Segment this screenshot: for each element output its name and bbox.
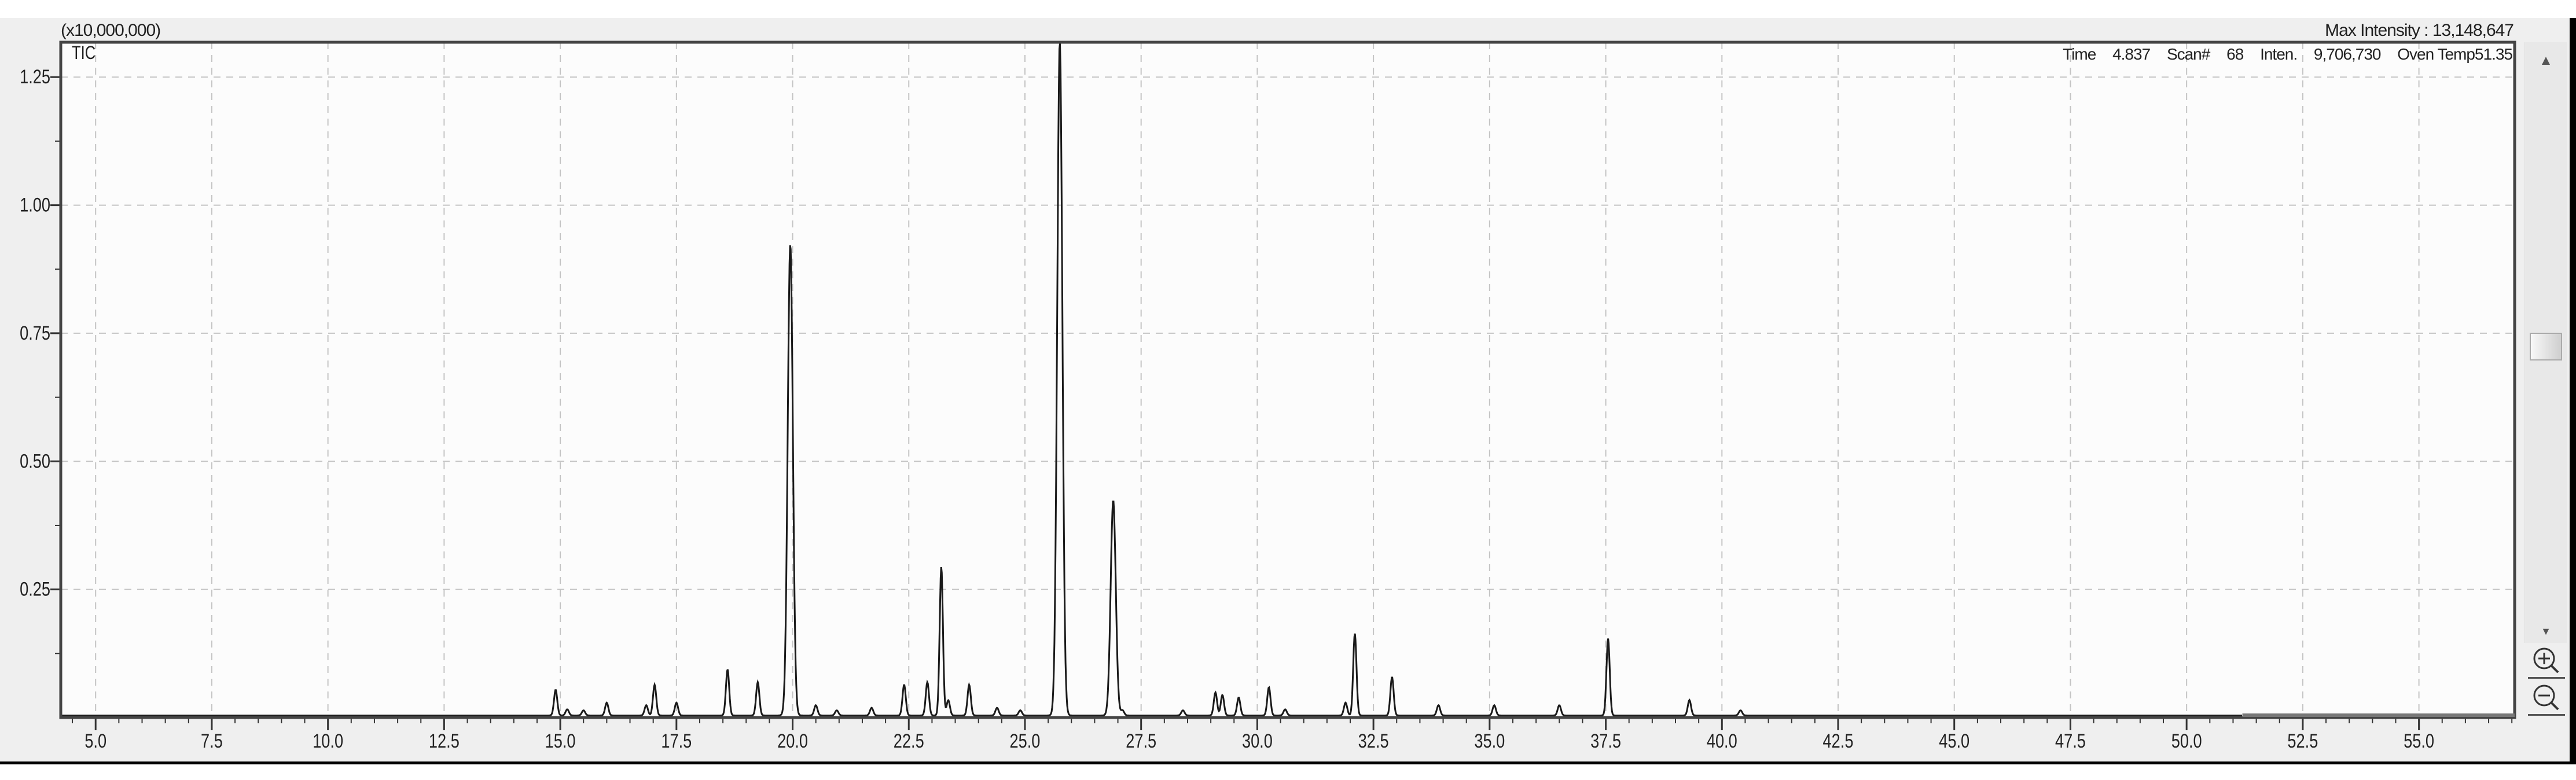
x-tick-label: 47.5 bbox=[2055, 730, 2086, 752]
scroll-up-icon[interactable]: ▲ bbox=[2525, 50, 2567, 71]
x-tick-label: 35.0 bbox=[1474, 730, 1505, 752]
x-tick-label: 7.5 bbox=[201, 730, 223, 752]
zoom-out-icon bbox=[2533, 685, 2559, 711]
info-readout: Time 4.837 Scan# 68 Inten. 9,706,730 Ove… bbox=[2050, 45, 2513, 64]
zoom-in-button[interactable] bbox=[2528, 643, 2565, 679]
scan-label: Scan# bbox=[2166, 45, 2210, 63]
x-tick-label: 40.0 bbox=[1707, 730, 1737, 752]
y-tick-label: 1.25 bbox=[20, 65, 50, 88]
vertical-scrollbar[interactable]: ▲ ▼ bbox=[2524, 42, 2567, 643]
x-tick-label: 42.5 bbox=[1823, 730, 1854, 752]
x-tick-label: 45.0 bbox=[1939, 730, 1969, 752]
x-tick-label: 27.5 bbox=[1126, 730, 1156, 752]
trace-title: TIC bbox=[72, 43, 95, 63]
x-tick-label: 50.0 bbox=[2171, 730, 2202, 752]
x-tick-label: 5.0 bbox=[84, 730, 106, 752]
intensity-label: Inten. bbox=[2260, 45, 2298, 63]
x-tick-label: 30.0 bbox=[1242, 730, 1273, 752]
x-tick-label: 12.5 bbox=[429, 730, 460, 752]
x-tick-label: 17.5 bbox=[661, 730, 692, 752]
y-tick-label: 1.00 bbox=[20, 194, 50, 216]
time-value: 4.837 bbox=[2112, 45, 2151, 63]
x-tick-label: 25.0 bbox=[1010, 730, 1041, 752]
y-tick-label: 0.25 bbox=[20, 578, 50, 601]
x-tick-label: 10.0 bbox=[313, 730, 343, 752]
x-tick-label: 15.0 bbox=[545, 730, 576, 752]
x-tick-label: 55.0 bbox=[2404, 730, 2434, 752]
x-tick-label: 32.5 bbox=[1358, 730, 1389, 752]
scrollbar-thumb[interactable] bbox=[2530, 333, 2562, 360]
x-tick-label: 37.5 bbox=[1590, 730, 1621, 752]
zoom-out-button[interactable] bbox=[2528, 680, 2565, 716]
time-label: Time bbox=[2063, 45, 2096, 63]
zoom-in-icon bbox=[2533, 647, 2559, 674]
chromatogram-chart[interactable]: TIC 5.0 7.5 10.0 12.5 15.0 17.5 20.0 22.5 25.0 27… bbox=[0, 0, 2576, 780]
y-tick-label: 0.50 bbox=[20, 450, 50, 472]
scroll-down-icon[interactable]: ▼ bbox=[2525, 621, 2567, 642]
x-tick-label: 22.5 bbox=[894, 730, 924, 752]
plot-area bbox=[61, 42, 2515, 718]
scan-value: 68 bbox=[2226, 45, 2244, 63]
x-tick-label: 20.0 bbox=[777, 730, 808, 752]
intensity-value: 9,706,730 bbox=[2313, 45, 2382, 63]
oven-temp: Oven Temp51.35 bbox=[2397, 45, 2513, 63]
y-tick-label: 0.75 bbox=[20, 322, 50, 344]
x-tick-label: 52.5 bbox=[2287, 730, 2318, 752]
